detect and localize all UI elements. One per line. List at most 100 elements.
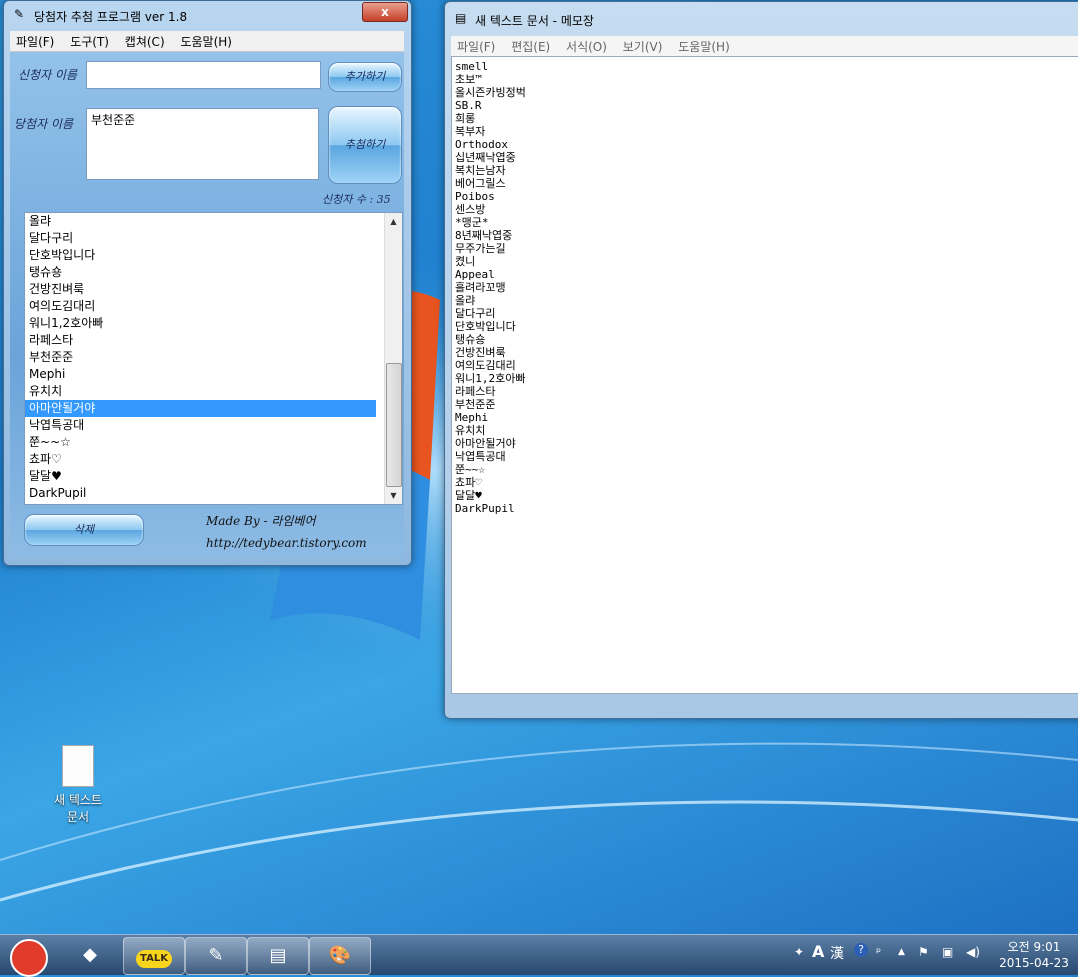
list-item[interactable]: 여의도김대리 bbox=[25, 298, 376, 315]
hanja-icon[interactable]: 漢 bbox=[830, 943, 844, 963]
draw-menubar: 파일(F) 도구(T) 캡쳐(C) 도움말(H) bbox=[10, 31, 404, 52]
help-icon[interactable]: ? bbox=[854, 943, 868, 957]
desktop-icon-text-file[interactable]: 새 텍스트 문서 bbox=[46, 745, 110, 825]
scroll-up-arrow-icon[interactable]: ▲ bbox=[385, 213, 402, 230]
notepad-line: 아마안될거야 bbox=[455, 437, 516, 450]
notepad-line: Orthodox bbox=[455, 138, 508, 151]
credit-url: http://tedybear.tistory.com bbox=[206, 536, 367, 550]
paint-taskbar-button[interactable]: 🎨 bbox=[309, 937, 371, 975]
volume-icon[interactable]: ◀) bbox=[966, 945, 980, 959]
show-hidden-icons-icon[interactable]: ▲ bbox=[898, 947, 905, 957]
menu-tools[interactable]: 도구(T) bbox=[64, 31, 115, 52]
np-menu-edit[interactable]: 편집(E) bbox=[505, 36, 556, 57]
notepad-line: 십년째낙엽중 bbox=[455, 151, 516, 164]
notepad-line: 희롱 bbox=[455, 112, 476, 125]
notepad-line: 낙엽특공대 bbox=[455, 450, 506, 463]
draw-program-taskbar-button[interactable]: ✎ bbox=[185, 937, 247, 975]
np-menu-view[interactable]: 보기(V) bbox=[617, 36, 669, 57]
scroll-thumb[interactable] bbox=[386, 363, 402, 487]
close-button[interactable]: x bbox=[362, 2, 408, 22]
text-file-icon bbox=[62, 745, 94, 787]
scroll-down-arrow-icon[interactable]: ▼ bbox=[385, 487, 402, 504]
draw-window-titlebar[interactable]: ✎ 당첨자 추첨 프로그램 ver 1.8 x bbox=[4, 1, 411, 29]
add-button[interactable]: 추가하기 bbox=[328, 62, 402, 92]
pin-icon[interactable]: ᵖ bbox=[876, 945, 881, 959]
notepad-line: 탱슈숑 bbox=[455, 333, 486, 346]
list-item[interactable]: 워니1,2호아빠 bbox=[25, 315, 376, 332]
notepad-line: 유치치 bbox=[455, 424, 486, 437]
list-item[interactable]: 탱슈숑 bbox=[25, 264, 376, 281]
draw-button[interactable]: 추첨하기 bbox=[328, 106, 402, 184]
draw-program-window: ✎ 당첨자 추첨 프로그램 ver 1.8 x 파일(F) 도구(T) 캡쳐(C… bbox=[3, 0, 412, 566]
list-item[interactable]: 올랴 bbox=[25, 213, 376, 230]
notepad-line: 복치는남자 bbox=[455, 164, 506, 177]
applicant-count: 신청자 수 : 35 bbox=[322, 193, 391, 206]
list-item[interactable]: 라페스타 bbox=[25, 332, 376, 349]
notepad-line: 라페스타 bbox=[455, 385, 496, 398]
menu-capture[interactable]: 캡쳐(C) bbox=[119, 31, 171, 52]
credit-author: Made By - 라임베어 bbox=[206, 514, 316, 528]
list-item[interactable]: 건방진벼룩 bbox=[25, 281, 376, 298]
clock-time: 오전 9:01 bbox=[1007, 940, 1061, 954]
applicant-list[interactable]: 올랴 달다구리 단호박입니다 탱슈숑 건방진벼룩 여의도김대리 워니1,2호아빠 라페스타 부천… bbox=[24, 212, 403, 505]
notepad-line: DarkPupil bbox=[455, 502, 515, 515]
notepad-line: 달달♥ bbox=[455, 489, 482, 502]
notepad-titlebar[interactable]: ▤ 새 텍스트 문서 - 메모장 bbox=[445, 2, 1078, 34]
np-menu-help[interactable]: 도움말(H) bbox=[672, 36, 736, 57]
notepad-window: ▤ 새 텍스트 문서 - 메모장 파일(F) 편집(E) 서식(O) 보기(V)… bbox=[444, 1, 1078, 719]
clock[interactable]: 오전 9:01 2015-04-23 bbox=[998, 939, 1070, 971]
menu-help[interactable]: 도움말(H) bbox=[174, 31, 238, 52]
notepad-line: 무주가는길 bbox=[455, 242, 506, 255]
notepad-line: 단호박입니다 bbox=[455, 320, 516, 333]
notepad-line: SB.R bbox=[455, 99, 482, 112]
list-item[interactable]: 쵸파♡ bbox=[25, 451, 376, 468]
notepad-text-area[interactable]: smell 초보™ 올시즌카빙정벅 SB.R 희롱 복부자 Orthodox 십년째낙엽중 복치… bbox=[451, 56, 1078, 694]
notepad-title: 새 텍스트 문서 - 메모장 bbox=[475, 14, 594, 28]
notepad-line: Mephi bbox=[455, 411, 489, 424]
draw-client-area: 신청자 이름 추가하기 당첨자 이름 부천준준 추첨하기 신청자 수 : 35 … bbox=[10, 52, 404, 558]
notepad-app-icon: ▤ bbox=[455, 11, 467, 25]
list-item[interactable]: 달다구리 bbox=[25, 230, 376, 247]
notepad-line: Poibos bbox=[455, 190, 495, 203]
clock-date: 2015-04-23 bbox=[999, 956, 1069, 970]
notepad-line: 올시즌카빙정벅 bbox=[455, 86, 526, 99]
list-item[interactable]: 아마안될거야 bbox=[25, 400, 376, 417]
network-icon[interactable]: ▣ bbox=[942, 945, 953, 959]
applicant-name-label: 신청자 이름 bbox=[18, 68, 78, 82]
applicant-name-input[interactable] bbox=[86, 61, 321, 89]
notepad-line: 워니1,2호아빠 bbox=[455, 372, 526, 385]
explorer-taskbar-icon[interactable]: ◆ bbox=[60, 937, 120, 973]
kakaotalk-taskbar-button[interactable]: TALK bbox=[123, 937, 185, 975]
notepad-taskbar-button[interactable]: ▤ bbox=[247, 937, 309, 975]
gom-player-icon[interactable] bbox=[10, 939, 48, 977]
list-item[interactable]: 달달♥ bbox=[25, 468, 376, 485]
notepad-line: smell bbox=[455, 60, 489, 73]
list-item[interactable]: 낙엽특공대 bbox=[25, 417, 376, 434]
desktop-icon-label-2: 문서 bbox=[66, 810, 90, 824]
notepad-line: 부천준준 bbox=[455, 398, 496, 411]
list-item[interactable]: 유치치 bbox=[25, 383, 376, 400]
system-tray: ✦ A 漢 ? ᵖ ▲ ⚑ ▣ ◀) 오전 9:01 2015-04-23 bbox=[778, 935, 1078, 975]
list-item[interactable]: 부천준준 bbox=[25, 349, 376, 366]
ime-mode-icon[interactable]: A bbox=[812, 942, 824, 961]
language-bar-icon[interactable]: ✦ bbox=[794, 945, 804, 959]
menu-file[interactable]: 파일(F) bbox=[10, 31, 60, 52]
notepad-line: 건방진벼룩 bbox=[455, 346, 506, 359]
notepad-line: 달다구리 bbox=[455, 307, 496, 320]
notepad-line: 올랴 bbox=[455, 294, 476, 307]
np-menu-format[interactable]: 서식(O) bbox=[560, 36, 613, 57]
winner-name-field[interactable]: 부천준준 bbox=[86, 108, 319, 180]
list-item[interactable]: DarkPupil bbox=[25, 485, 376, 502]
notepad-line: 쵸파♡ bbox=[455, 476, 482, 489]
notepad-menubar: 파일(F) 편집(E) 서식(O) 보기(V) 도움말(H) bbox=[451, 36, 1078, 56]
notepad-line: 복부자 bbox=[455, 125, 486, 138]
list-scrollbar[interactable]: ▲ ▼ bbox=[384, 213, 402, 504]
np-menu-file[interactable]: 파일(F) bbox=[451, 36, 501, 57]
list-item[interactable]: 쭌~~☆ bbox=[25, 434, 376, 451]
delete-button[interactable]: 삭제 bbox=[24, 514, 144, 546]
notepad-line: 초보™ bbox=[455, 73, 482, 86]
action-center-icon[interactable]: ⚑ bbox=[918, 945, 929, 959]
notepad-line: 베어그릴스 bbox=[455, 177, 506, 190]
list-item[interactable]: 단호박입니다 bbox=[25, 247, 376, 264]
list-item[interactable]: Mephi bbox=[25, 366, 376, 383]
